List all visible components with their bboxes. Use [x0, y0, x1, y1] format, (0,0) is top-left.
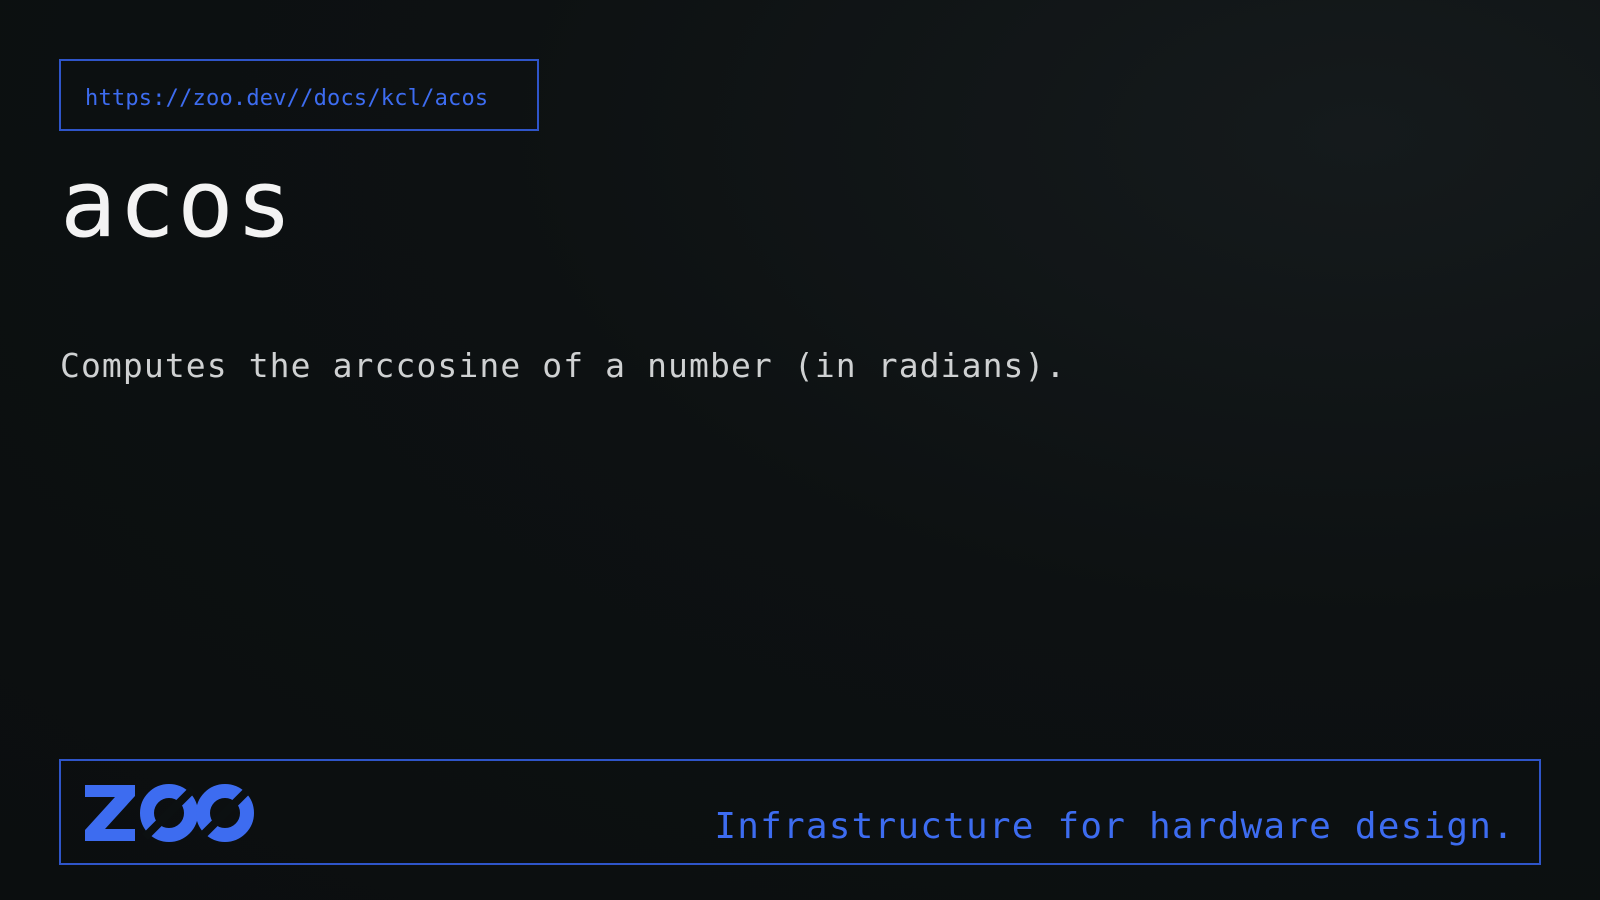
footer-tagline: Infrastructure for hardware design.: [714, 806, 1515, 847]
page-description: Computes the arccosine of a number (in r…: [60, 346, 1067, 385]
zoo-logo-icon: [85, 784, 254, 842]
page-url: https://zoo.dev//docs/kcl/acos: [85, 85, 489, 111]
footer-banner: Infrastructure for hardware design.: [59, 759, 1541, 865]
url-box: https://zoo.dev//docs/kcl/acos: [59, 59, 539, 131]
page-title: acos: [60, 150, 295, 259]
